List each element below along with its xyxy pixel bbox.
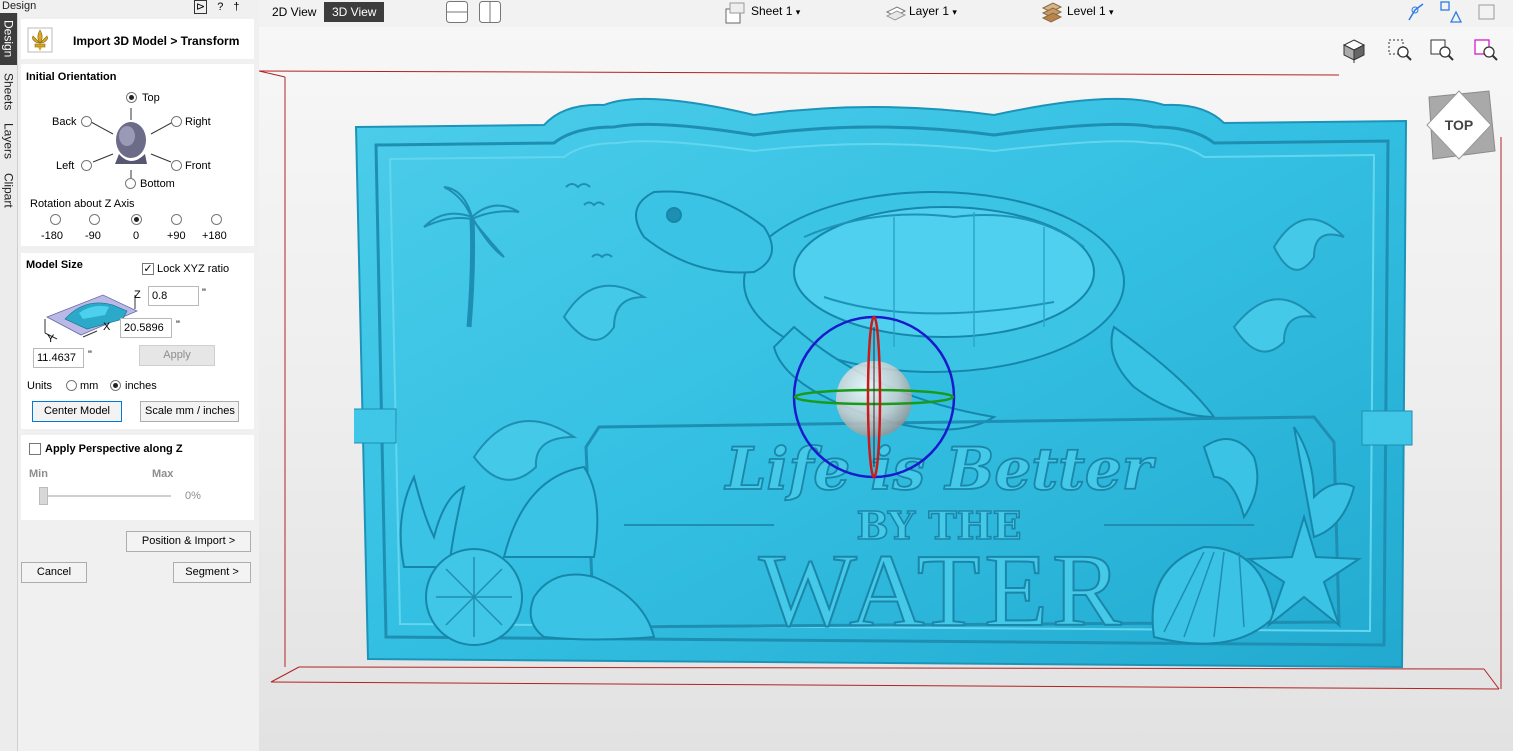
rotation-0-radio[interactable]	[131, 214, 142, 225]
units-inches-label: inches	[125, 380, 157, 392]
orientation-top-radio[interactable]	[126, 92, 137, 103]
orientation-left-label: Left	[56, 160, 75, 172]
navigation-cube-label: TOP	[1445, 117, 1474, 133]
rotation-minus180-radio[interactable]	[50, 214, 61, 225]
y-axis-label: Y	[47, 333, 55, 345]
scale-mm-inches-button[interactable]: Scale mm / inches	[140, 401, 239, 422]
sheet-caret-icon: ▾	[795, 7, 801, 17]
perspective-slider-thumb[interactable]	[39, 487, 48, 505]
level-dropdown[interactable]: Level 1 ▾	[1067, 4, 1114, 18]
window-toggle-icon[interactable]	[1477, 2, 1497, 22]
perspective-section: Apply Perspective along Z Min Max 0%	[21, 435, 254, 520]
units-inches-radio[interactable]	[110, 380, 121, 391]
help-icon[interactable]: ?	[217, 1, 223, 13]
center-model-button[interactable]: Center Model	[32, 401, 122, 422]
lock-xyz-label: Lock XYZ ratio	[157, 263, 230, 275]
rotation-plus90-label: +90	[167, 230, 186, 242]
orientation-head-preview	[90, 108, 174, 178]
3d-viewport[interactable]: Life is Better BY THE WATER TOP	[259, 27, 1513, 751]
lock-xyz-checkbox[interactable]: ✓	[142, 263, 154, 275]
units-mm-radio[interactable]	[66, 380, 77, 391]
navigation-cube[interactable]: TOP	[1419, 87, 1499, 167]
apply-perspective-checkbox[interactable]	[29, 443, 41, 455]
layer-caret-icon: ▾	[952, 7, 957, 17]
model-size-section: Model Size ✓ Lock XYZ ratio Z 0.8 " X 20…	[21, 253, 254, 429]
rotation-minus90-label: -90	[85, 230, 101, 242]
z-axis-label: Z	[134, 289, 141, 301]
import-transform-panel: Import 3D Model > Transform Initial Orie…	[19, 16, 257, 751]
rotation-plus90-radio[interactable]	[171, 214, 182, 225]
x-axis-label: X	[103, 321, 111, 333]
rotation-minus90-radio[interactable]	[89, 214, 100, 225]
level-dropdown-label: Level 1	[1067, 4, 1106, 18]
snap-tool-icon[interactable]	[1405, 0, 1427, 24]
sheet-dropdown[interactable]: Sheet 1 ▾	[751, 4, 800, 18]
tab-design[interactable]: Design	[0, 13, 17, 65]
rotation-plus180-radio[interactable]	[211, 214, 222, 225]
orientation-bottom-radio[interactable]	[125, 178, 136, 189]
units-mm-label: mm	[80, 380, 99, 392]
y-unit-mark: "	[88, 349, 92, 361]
panel-header-icons: ⊳ ? †	[194, 0, 239, 14]
apply-button[interactable]: Apply	[139, 345, 215, 366]
tab-sheets[interactable]: Sheets	[0, 69, 17, 115]
orientation-left-radio[interactable]	[81, 160, 92, 171]
orientation-right-label: Right	[185, 116, 211, 128]
layer-dropdown-label: Layer 1	[909, 4, 950, 18]
orientation-heading: Initial Orientation	[26, 71, 117, 83]
level-caret-icon: ▾	[1109, 7, 1114, 17]
units-label: Units	[27, 380, 53, 392]
perspective-slider-track[interactable]	[41, 495, 171, 497]
segment-button[interactable]: Segment >	[173, 562, 251, 583]
tab-clipart[interactable]: Clipart	[0, 167, 17, 213]
apply-perspective-label: Apply Perspective along Z	[45, 443, 183, 455]
split-vertical-icon[interactable]	[478, 0, 502, 24]
perspective-max-label: Max	[152, 468, 174, 480]
orientation-right-radio[interactable]	[171, 116, 182, 127]
layer-dropdown[interactable]: Layer 1 ▾	[909, 4, 957, 18]
z-size-input[interactable]: 0.8	[148, 286, 199, 306]
orientation-front-radio[interactable]	[171, 160, 182, 171]
perspective-value: 0%	[185, 490, 201, 502]
side-tab-strip: Design Sheets Layers Clipart	[0, 13, 18, 751]
y-size-input[interactable]: 11.4637	[33, 348, 84, 368]
fleur-de-lis-icon	[27, 27, 53, 53]
rotation-plus180-label: +180	[202, 230, 227, 242]
level-icon	[1041, 2, 1063, 23]
panel-header: Import 3D Model > Transform	[21, 19, 254, 59]
orientation-top-label: Top	[142, 92, 160, 104]
orientation-back-radio[interactable]	[81, 116, 92, 127]
pin-icon[interactable]: †	[233, 1, 239, 13]
orientation-section: Initial Orientation Top Back Right Left …	[21, 64, 254, 246]
orientation-back-label: Back	[52, 116, 77, 128]
position-import-button[interactable]: Position & Import >	[126, 531, 251, 552]
plaque-text-line3: WATER	[759, 533, 1126, 648]
tab-2d-view[interactable]: 2D View	[264, 2, 324, 22]
sheet-icon	[725, 2, 745, 24]
plaque-text-line1: Life is Better	[724, 435, 1157, 503]
tab-3d-view[interactable]: 3D View	[324, 2, 385, 22]
auto-hide-icon[interactable]: ⊳	[194, 0, 208, 14]
panel-header-title: Import 3D Model > Transform	[73, 34, 240, 48]
tab-layers[interactable]: Layers	[0, 119, 17, 163]
x-unit-mark: "	[176, 319, 180, 331]
rotation-0-label: 0	[133, 230, 140, 242]
sea-turtle-plaque-model[interactable]: Life is Better BY THE WATER	[354, 97, 1414, 672]
draw-shapes-icon[interactable]	[1439, 0, 1463, 24]
view-toolbar: 2D View 3D View Sheet 1 ▾ Layer 1 ▾ Leve…	[259, 0, 1513, 27]
cancel-button[interactable]: Cancel	[21, 562, 87, 583]
rotation-heading: Rotation about Z Axis	[30, 198, 135, 210]
orientation-bottom-label: Bottom	[140, 178, 175, 190]
rotation-minus180-label: -180	[41, 230, 64, 242]
orientation-front-label: Front	[185, 160, 211, 172]
layer-icon	[885, 6, 907, 21]
split-horizontal-icon[interactable]	[445, 0, 469, 24]
model-size-heading: Model Size	[26, 259, 83, 271]
sheet-dropdown-label: Sheet 1	[751, 4, 793, 18]
x-size-input[interactable]: 20.5896	[120, 318, 172, 338]
perspective-min-label: Min	[29, 468, 48, 480]
z-unit-mark: "	[202, 287, 206, 299]
